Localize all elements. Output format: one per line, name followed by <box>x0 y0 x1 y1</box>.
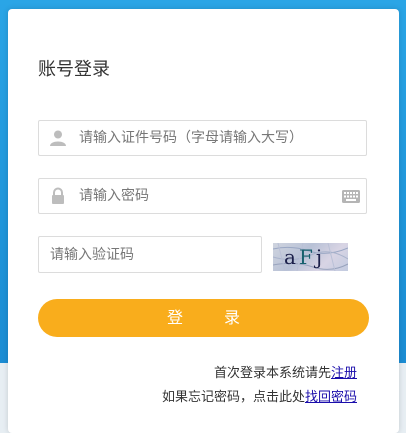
password-input[interactable] <box>79 179 329 213</box>
first-login-hint: 首次登录本系统请先注册 <box>214 362 357 381</box>
keyboard-icon[interactable] <box>342 190 360 203</box>
login-card: 账号登录 请输入证件号码（字母请输入大写） 请输入验证码 aFj 登 录 首次登… <box>8 9 399 433</box>
forgot-text: 如果忘记密码，点击此处 <box>161 390 305 405</box>
password-field[interactable] <box>38 178 367 214</box>
username-field[interactable] <box>38 120 367 156</box>
forgot-password-hint: 如果忘记密码，点击此处找回密码 <box>162 386 357 405</box>
page-title: 账号登录 <box>38 59 110 80</box>
login-button[interactable]: 登 录 <box>38 299 369 337</box>
lock-icon <box>52 187 64 204</box>
recover-password-link[interactable]: 找回密码 <box>305 390 357 405</box>
username-input[interactable] <box>79 121 329 155</box>
captcha-text: aFj a <box>284 245 326 271</box>
captcha-field[interactable] <box>38 236 262 273</box>
first-login-text: 首次登录本系统请先 <box>213 366 331 381</box>
register-link[interactable]: 注册 <box>331 366 357 381</box>
user-icon <box>50 130 66 146</box>
captcha-input[interactable] <box>50 237 250 272</box>
captcha-image[interactable]: aFj a <box>273 243 348 271</box>
